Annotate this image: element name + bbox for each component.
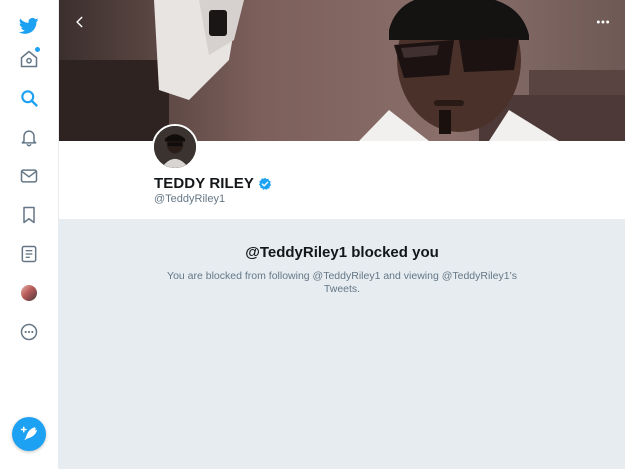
main-content: TEDDY RILEY @TeddyRiley1 @TeddyRiley1 bl… (59, 0, 625, 469)
feather-plus-icon (20, 426, 38, 440)
more-icon[interactable] (17, 320, 41, 344)
blocked-message: @TeddyRiley1 blocked you You are blocked… (59, 219, 625, 469)
header-photo (59, 0, 625, 141)
verified-badge-icon (258, 177, 272, 190)
avatar (21, 285, 37, 301)
bookmark-icon[interactable] (17, 203, 41, 227)
blocked-title: @TeddyRiley1 blocked you (245, 244, 439, 261)
notification-dot (35, 47, 40, 52)
more-options-button[interactable] (593, 12, 613, 32)
header-image (59, 0, 625, 141)
back-button[interactable] (70, 12, 90, 32)
home-icon[interactable] (17, 47, 41, 71)
mail-icon[interactable] (17, 164, 41, 188)
profile-info: TEDDY RILEY @TeddyRiley1 (59, 124, 625, 219)
search-icon[interactable] (17, 86, 41, 110)
blocked-description: You are blocked from following @TeddyRil… (167, 270, 517, 295)
list-icon[interactable] (17, 242, 41, 266)
ellipsis-icon (596, 20, 610, 24)
chevron-left-icon (76, 16, 83, 28)
profile-avatar-icon[interactable] (17, 281, 41, 305)
sidebar-nav (0, 0, 59, 469)
twitter-logo-icon[interactable] (17, 14, 41, 38)
display-name-text: TEDDY RILEY (154, 175, 255, 192)
avatar-image (154, 126, 196, 168)
display-name: TEDDY RILEY (154, 175, 272, 192)
compose-tweet-button[interactable] (12, 417, 46, 451)
profile-avatar[interactable] (152, 124, 198, 170)
bell-icon[interactable] (17, 125, 41, 149)
profile-handle: @TeddyRiley1 (154, 193, 226, 205)
